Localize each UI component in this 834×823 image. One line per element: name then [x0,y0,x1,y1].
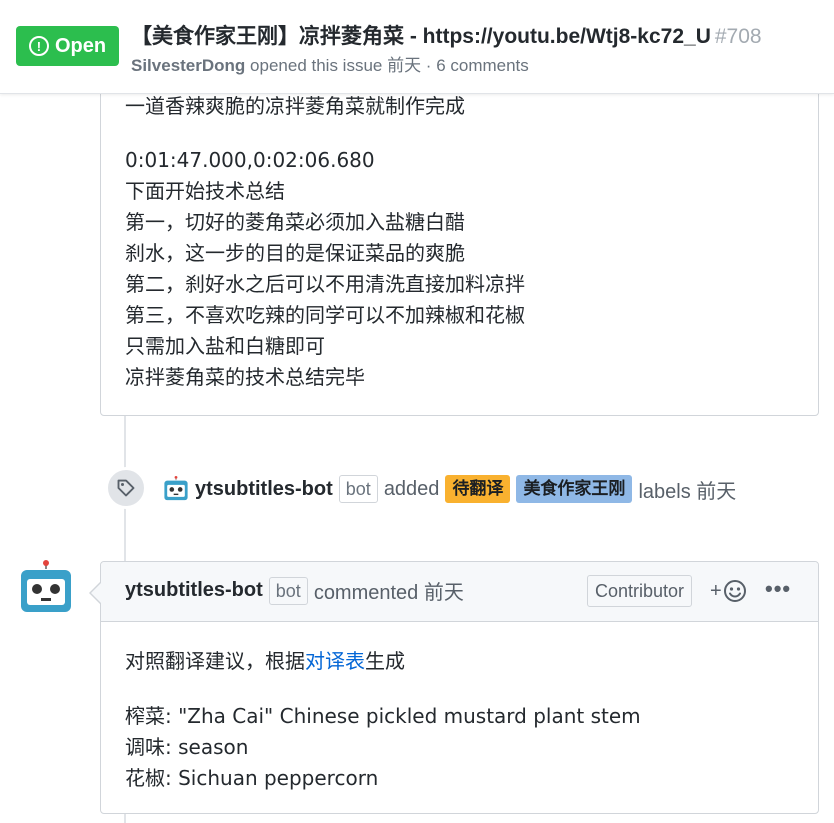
comment-line: 刹水，这一步的目的是保证菜品的爽脆 [125,241,465,265]
comment-line: 第二，刹好水之后可以不用清洗直接加料凉拌 [125,272,525,296]
issue-title-text: 【美食作家王刚】凉拌菱角菜 - https://youtu.be/Wtj8-kc… [131,25,711,48]
plus-icon: + [710,579,722,602]
smiley-icon [723,580,746,602]
comment-line: 第三，不喜欢吃辣的同学可以不加辣椒和花椒 [125,303,525,327]
issue-meta-text: opened this issue 前天 · 6 comments [250,56,529,75]
bot-tag: bot [338,475,378,503]
comment-action[interactable]: commented 前天 [314,576,464,605]
label-event: ytsubtitles-bot bot added 待翻译 美食作家王刚 lab… [163,473,736,505]
intro-prefix: 对照翻译建议，根据 [125,649,305,673]
issue-title: 【美食作家王刚】凉拌菱角菜 - https://youtu.be/Wtj8-kc… [131,20,762,50]
event-actor-link[interactable]: ytsubtitles-bot [195,478,333,501]
tag-icon [105,467,147,509]
intro-suffix: 生成 [365,649,405,673]
issue-meta: SilvesterDong opened this issue 前天 · 6 c… [131,51,529,76]
issue-opened-icon: ! [28,36,49,56]
comment-1-text: 一道香辣爽脆的凉拌菱角菜就制作完成 0:01:47.000,0:02:06.68… [125,91,525,393]
comment-body-1: 一道香辣爽脆的凉拌菱角菜就制作完成 0:01:47.000,0:02:06.68… [100,60,819,416]
comment-line: 下面开始技术总结 [125,179,285,203]
comment-intro: 对照翻译建议，根据对译表生成 [125,646,641,677]
comment-line: 第一，切好的菱角菜必须加入盐糖白醋 [125,210,465,234]
comment-line: 0:01:47.000,0:02:06.680 [125,148,375,172]
comment-line: 凉拌菱角菜的技术总结完毕 [125,365,365,389]
comment-author-link[interactable]: ytsubtitles-bot [125,579,263,602]
issue-sticky-header: ! Open 【美食作家王刚】凉拌菱角菜 - https://youtu.be/… [0,0,834,94]
issue-state-badge: ! Open [16,26,119,66]
add-reaction-button[interactable]: + [710,579,747,603]
event-action: added [383,477,440,500]
contributor-badge: Contributor [587,575,693,607]
event-suffix: labels 前天 [638,480,737,503]
term-line: 调味: season [125,735,249,759]
comment-author-line: ytsubtitles-bot bot commented 前天 [125,576,464,605]
label-author[interactable]: 美食作家王刚 [516,475,633,503]
comment-line: 一道香辣爽脆的凉拌菱角菜就制作完成 [125,94,465,118]
comment-2-body: 对照翻译建议，根据对译表生成 榨菜: "Zha Cai" Chinese pic… [125,646,641,794]
comment-line: 只需加入盐和白糖即可 [125,334,325,358]
comment-caret-inner [91,583,101,603]
issue-state-label: Open [54,34,107,57]
label-pending-translation[interactable]: 待翻译 [445,475,511,503]
bot-tag: bot [268,576,308,605]
comment-box-2: ytsubtitles-bot bot commented 前天 Contrib… [100,561,819,814]
term-line: 花椒: Sichuan peppercorn [125,766,379,790]
glossary-link[interactable]: 对译表 [305,649,365,673]
issue-author-link[interactable]: SilvesterDong [131,56,245,75]
term-line: 榨菜: "Zha Cai" Chinese pickled mustard pl… [125,704,641,728]
bot-avatar-icon[interactable] [163,476,189,502]
more-options-button[interactable]: ••• [765,576,791,602]
comment-header: ytsubtitles-bot bot commented 前天 Contrib… [101,562,818,622]
issue-number: #708 [714,25,762,48]
bot-avatar-icon[interactable] [18,560,74,616]
